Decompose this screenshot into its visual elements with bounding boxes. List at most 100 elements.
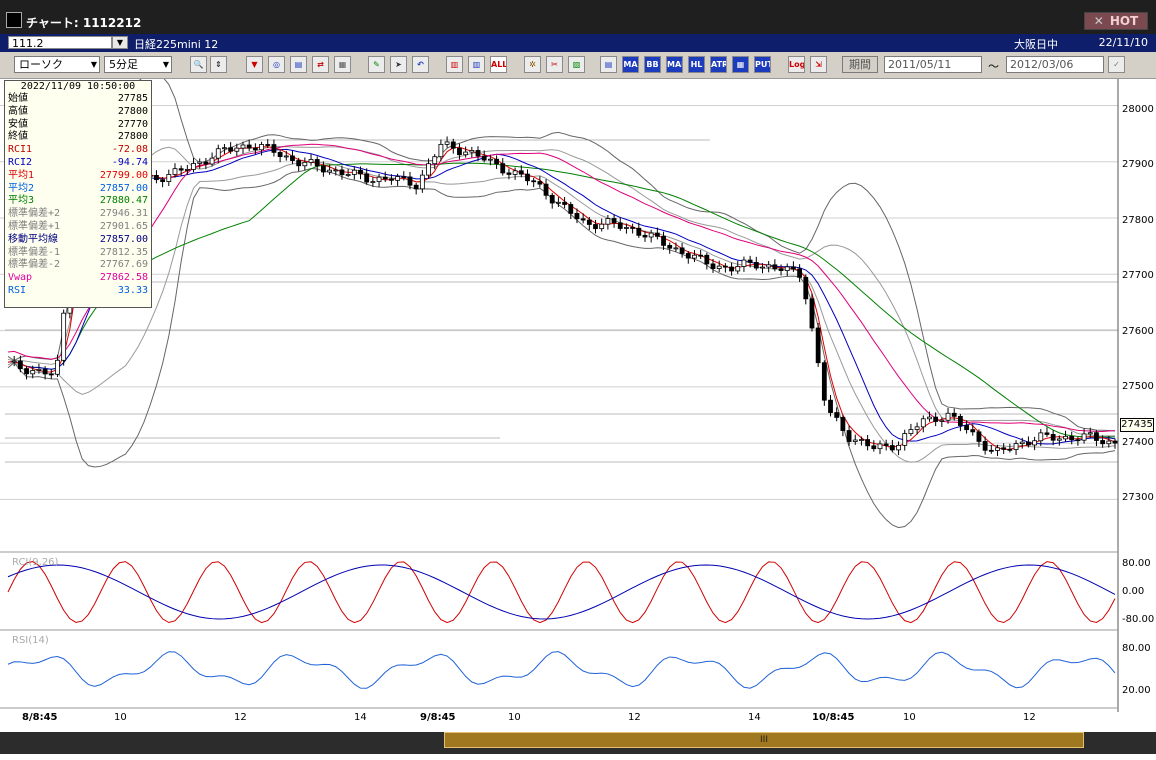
candle-body [1081, 433, 1087, 441]
candle-body [265, 144, 271, 146]
ma-button[interactable]: MA [622, 56, 639, 73]
chart-icon[interactable]: ▤ [290, 56, 307, 73]
candle-body [240, 144, 246, 149]
checkbox-icon[interactable]: ✓ [1108, 56, 1125, 73]
candle-body [995, 447, 1000, 451]
calculator-icon[interactable]: ▦ [334, 56, 351, 73]
x-tick: 10 [114, 712, 127, 723]
candle-body [487, 158, 493, 161]
chevron-down-icon: ▼ [162, 60, 169, 69]
wrench-icon[interactable]: ✂ [546, 56, 563, 73]
candle-body [821, 362, 827, 401]
candle-body [549, 194, 555, 204]
date-from-field[interactable]: 2011/05/11 [884, 56, 982, 73]
candle-body [772, 264, 778, 270]
settings-icon[interactable]: ✲ [524, 56, 541, 73]
info-rows: 始値 27785 高値 27800 安値 27770 終値 27800 RCI1 -72.08 RC… [5, 93, 151, 298]
candle-body [494, 158, 499, 165]
bar-icon[interactable]: ▥ [468, 56, 485, 73]
candle-body [679, 247, 685, 254]
candle-body [970, 429, 976, 433]
info-row: 標準偏差+1 27901.65 [5, 221, 151, 234]
info-row: 高値 27800 [5, 106, 151, 119]
symbol-dropdown-button[interactable]: ▼ [112, 36, 128, 49]
candle-body [512, 170, 518, 175]
scroll-grip: III [760, 735, 768, 745]
split-icon[interactable]: ⇕ [210, 56, 227, 73]
chart-area[interactable] [0, 79, 1156, 713]
candle-body [611, 218, 617, 224]
symbol-code-input[interactable]: 111.2 [8, 36, 112, 50]
y-tick: 27800 [1122, 215, 1154, 226]
rci-tick: 0.00 [1122, 586, 1145, 597]
candle-body [1007, 448, 1013, 451]
candle-body [1001, 447, 1007, 450]
candle-body [729, 266, 734, 272]
candle-body [852, 439, 858, 442]
candle-body [382, 176, 388, 180]
zoom-icon[interactable]: 🔍 [190, 56, 207, 73]
candle-body [716, 265, 722, 269]
candle-body [389, 178, 394, 181]
scroll-thumb[interactable]: III [444, 732, 1084, 748]
all-button[interactable]: ALL [490, 56, 507, 73]
tick-icon[interactable]: ▤ [600, 56, 617, 73]
candle-body [766, 264, 772, 268]
info-row-value: 27946.31 [99, 208, 148, 220]
candle-body [475, 150, 481, 157]
grid-icon[interactable]: ▦ [732, 56, 749, 73]
period-button[interactable]: 期間 [842, 56, 878, 73]
date-range-tilde: ～ [988, 60, 999, 73]
date-from-value: 2011/05/11 [888, 58, 952, 71]
undo-icon[interactable]: ↶ [412, 56, 429, 73]
x-tick: 12 [1023, 712, 1036, 723]
export-icon[interactable]: ⇲ [810, 56, 827, 73]
candle-body [376, 176, 382, 182]
interval-select[interactable]: 5分足 ▼ [104, 56, 172, 73]
cursor-icon[interactable]: ➤ [390, 56, 407, 73]
candle-body [840, 417, 846, 431]
candle-body [30, 370, 36, 375]
candle-body [599, 223, 605, 230]
arrow-down-icon[interactable]: ▼ [246, 56, 263, 73]
hot-button[interactable]: ✕ HOT [1084, 12, 1148, 30]
info-row: 始値 27785 [5, 93, 151, 106]
candle-body [1056, 438, 1062, 441]
chart-type-select[interactable]: ローソク ▼ [14, 56, 100, 73]
pen-icon[interactable]: ✎ [368, 56, 385, 73]
candle-body [741, 259, 747, 267]
candle-body [945, 412, 951, 421]
compare-icon[interactable]: ⇄ [312, 56, 329, 73]
hl-button[interactable]: HL [688, 56, 705, 73]
put-button[interactable]: PUT [754, 56, 771, 73]
info-row-label: RCI2 [8, 156, 33, 168]
candle-body [753, 262, 759, 269]
candle-body [339, 169, 345, 176]
candle-body [166, 174, 172, 182]
palette-icon[interactable]: ▨ [568, 56, 585, 73]
candle-body [1087, 432, 1093, 435]
atr-button[interactable]: ATR [710, 56, 727, 73]
candle-body [252, 147, 258, 151]
candle-body [283, 155, 289, 158]
candle-body [580, 218, 586, 221]
close-icon[interactable]: ✕ [1094, 14, 1104, 28]
info-row-value: 27812.35 [99, 246, 148, 258]
candle-body [791, 266, 796, 270]
candle-body [896, 444, 901, 451]
candle-body [215, 148, 221, 159]
date-to-field[interactable]: 2012/03/06 [1006, 56, 1104, 73]
candle-body [871, 445, 877, 450]
time-scrollbar[interactable]: III [0, 732, 1156, 754]
rsi-label: RSI(14) [12, 635, 49, 646]
candle-body [933, 416, 939, 422]
x-tick: 12 [628, 712, 641, 723]
info-row-value: 27785 [117, 93, 148, 104]
mae-button[interactable]: MAE [666, 56, 683, 73]
candle-body [747, 259, 753, 263]
magnify-icon[interactable]: ◎ [268, 56, 285, 73]
candle-icon[interactable]: ▥ [446, 56, 463, 73]
bb-button[interactable]: BB [644, 56, 661, 73]
log-button[interactable]: Log [788, 56, 805, 73]
candle-body [784, 266, 790, 271]
